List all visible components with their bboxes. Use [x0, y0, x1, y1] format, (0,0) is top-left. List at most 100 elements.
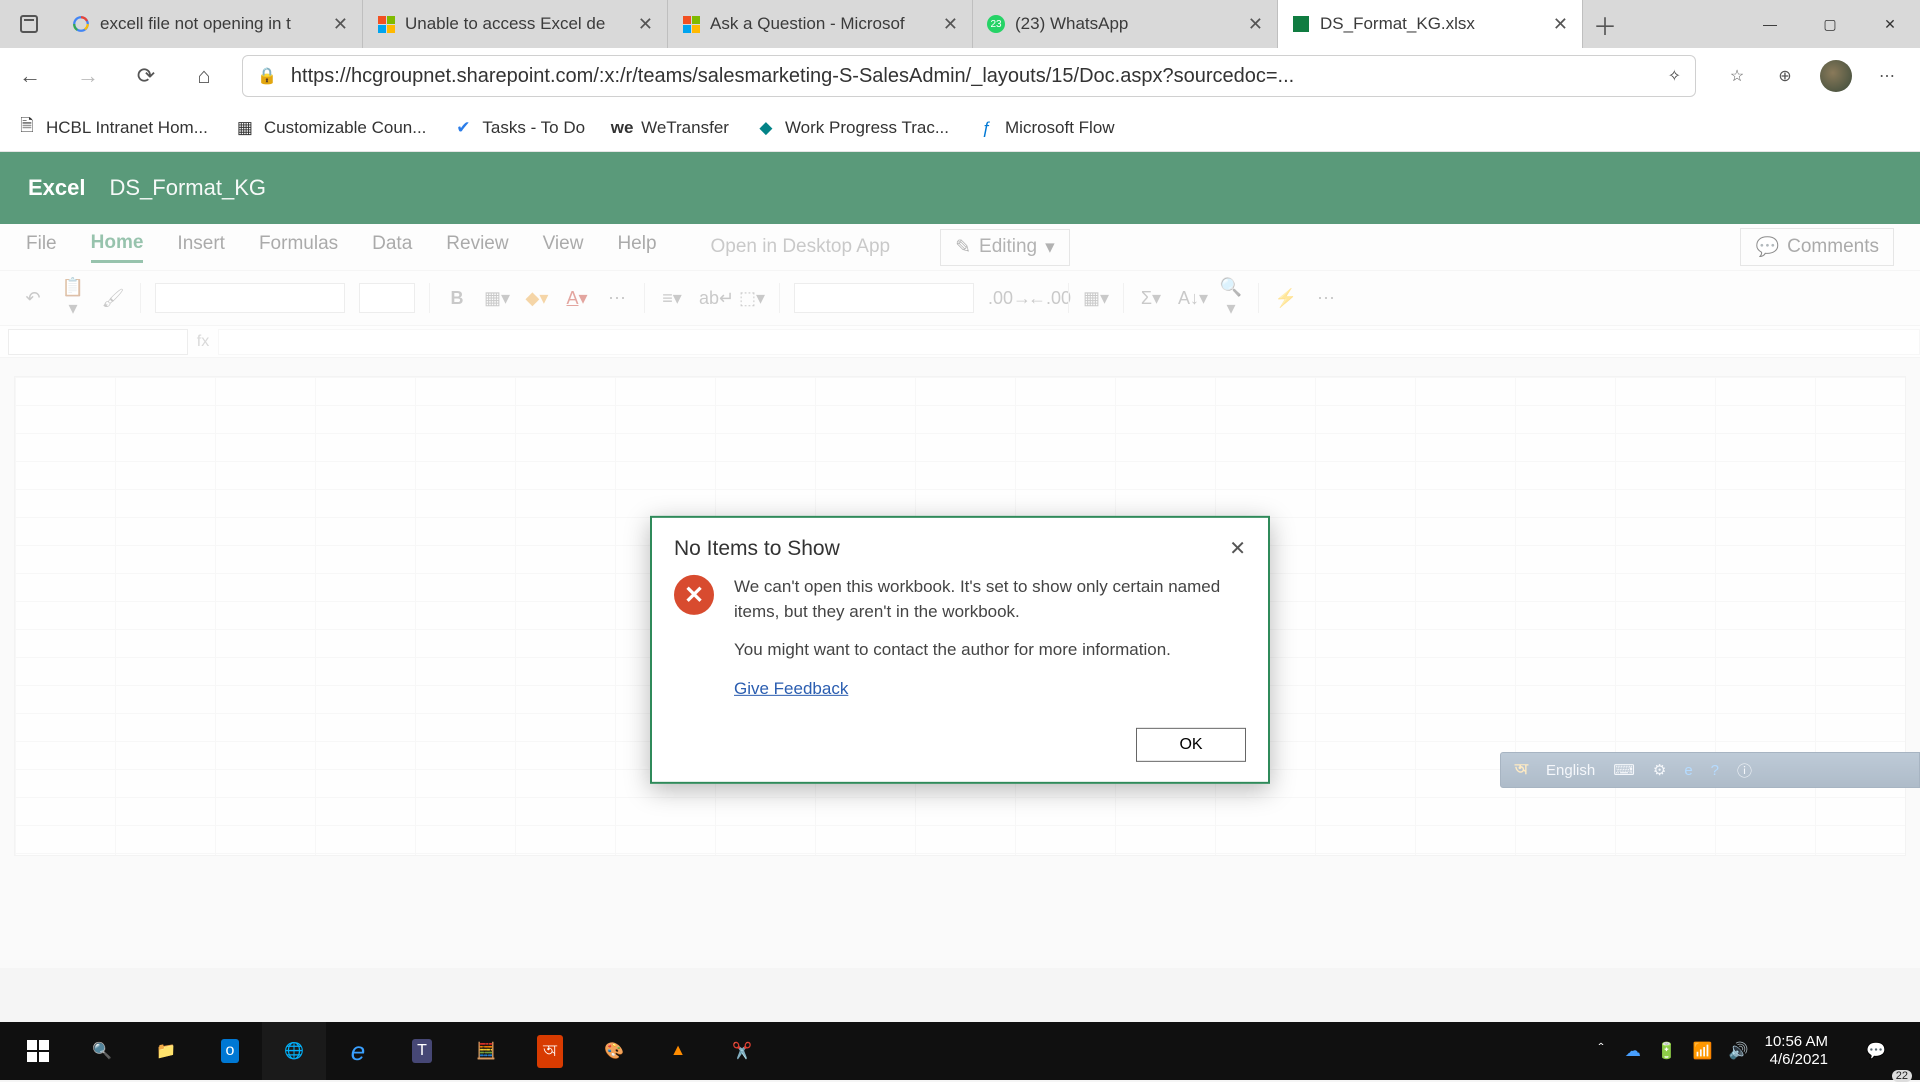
taskbar-clock[interactable]: 10:56 AM 4/6/2021: [1765, 1033, 1828, 1069]
ime-info-icon[interactable]: ⓘ: [1737, 760, 1752, 781]
browser-tab-excel-doc[interactable]: DS_Format_KG.xlsx ✕: [1278, 0, 1583, 48]
fill-color-button[interactable]: ◆▾: [524, 288, 550, 309]
ribbon-tab-data[interactable]: Data: [372, 233, 412, 261]
font-name-dropdown[interactable]: [155, 283, 345, 313]
paste-button[interactable]: 📋▾: [60, 277, 86, 319]
ribbon-tab-insert[interactable]: Insert: [177, 233, 225, 261]
close-icon[interactable]: ✕: [1248, 14, 1263, 35]
dialog-close-button[interactable]: ✕: [1229, 536, 1246, 561]
merge-button[interactable]: ⬚▾: [739, 288, 765, 309]
browser-tab-whatsapp[interactable]: 23 (23) WhatsApp ✕: [973, 0, 1278, 48]
sort-filter-button[interactable]: A↓▾: [1178, 288, 1204, 309]
formula-input[interactable]: [218, 329, 1920, 355]
back-button[interactable]: ←: [10, 56, 50, 96]
bookmark-work-progress[interactable]: ◆Work Progress Trac...: [757, 118, 949, 138]
minimize-button[interactable]: —: [1740, 0, 1800, 48]
bookmark-label: WeTransfer: [641, 118, 729, 138]
address-bar[interactable]: 🔒 https://hcgroupnet.sharepoint.com/:x:/…: [242, 55, 1696, 97]
bookmark-hcbl[interactable]: 🗎HCBL Intranet Hom...: [18, 118, 208, 138]
tab-actions-icon[interactable]: [0, 0, 58, 48]
taskbar-outlook[interactable]: o: [198, 1022, 262, 1080]
ime-browser-icon[interactable]: e: [1684, 762, 1692, 779]
ime-language-bar[interactable]: অ English ⌨ ⚙ e ? ⓘ: [1500, 752, 1920, 788]
font-color-button[interactable]: A▾: [564, 288, 590, 309]
ribbon-tab-home[interactable]: Home: [91, 232, 144, 263]
ribbon-tab-view[interactable]: View: [543, 233, 584, 261]
bookmark-label: Work Progress Trac...: [785, 118, 949, 138]
ribbon-tab-help[interactable]: Help: [617, 233, 656, 261]
decrease-decimal-button[interactable]: ←.00: [1028, 288, 1054, 309]
taskbar-snip[interactable]: ✂️: [710, 1022, 774, 1080]
taskbar-paint[interactable]: 🎨: [582, 1022, 646, 1080]
bookmark-countdown[interactable]: ▦Customizable Coun...: [236, 118, 427, 138]
forward-button[interactable]: →: [68, 56, 108, 96]
ribbon-tab-file[interactable]: File: [26, 233, 57, 261]
action-center-button[interactable]: 💬22: [1844, 1022, 1908, 1080]
volume-icon[interactable]: 🔊: [1729, 1041, 1749, 1061]
ime-language-label[interactable]: English: [1546, 762, 1595, 779]
increase-decimal-button[interactable]: .00→: [988, 288, 1014, 309]
browser-tab-ms-community-1[interactable]: Unable to access Excel de ✕: [363, 0, 668, 48]
microsoft-icon: [682, 15, 700, 33]
align-button[interactable]: ≡▾: [659, 288, 685, 309]
settings-menu-icon[interactable]: ⋯: [1874, 63, 1900, 89]
taskbar-teams[interactable]: T: [390, 1022, 454, 1080]
taskbar-calculator[interactable]: 🧮: [454, 1022, 518, 1080]
ribbon-tab-formulas[interactable]: Formulas: [259, 233, 338, 261]
ime-help-icon[interactable]: ?: [1711, 762, 1719, 779]
taskbar-file-explorer[interactable]: 📁: [134, 1022, 198, 1080]
close-icon[interactable]: ✕: [333, 14, 348, 35]
fx-icon: fx: [188, 333, 218, 351]
browser-tab-google-search[interactable]: excell file not opening in t ✕: [58, 0, 363, 48]
onedrive-icon[interactable]: ☁: [1625, 1041, 1641, 1061]
close-icon[interactable]: ✕: [1553, 14, 1568, 35]
ime-keyboard-icon[interactable]: ⌨: [1613, 761, 1635, 779]
format-painter-button[interactable]: 🖌: [100, 288, 126, 309]
taskbar-search[interactable]: 🔍: [70, 1022, 134, 1080]
bookmark-flow[interactable]: ƒMicrosoft Flow: [977, 118, 1115, 138]
bookmark-wetransfer[interactable]: weWeTransfer: [613, 118, 729, 138]
wrap-text-button[interactable]: ab↵: [699, 288, 725, 309]
taskbar-ie[interactable]: e: [326, 1022, 390, 1080]
taskbar-app-red[interactable]: অ: [518, 1022, 582, 1080]
close-window-button[interactable]: ✕: [1860, 0, 1920, 48]
profile-avatar[interactable]: [1820, 60, 1852, 92]
font-more-button[interactable]: ⋯: [604, 288, 630, 309]
close-icon[interactable]: ✕: [638, 14, 653, 35]
autosum-button[interactable]: Σ▾: [1138, 288, 1164, 309]
maximize-button[interactable]: ▢: [1800, 0, 1860, 48]
dialog-ok-button[interactable]: OK: [1136, 727, 1246, 761]
close-icon[interactable]: ✕: [943, 14, 958, 35]
ribbon-more-button[interactable]: ⋯: [1313, 288, 1339, 309]
ideas-button[interactable]: ⚡: [1273, 288, 1299, 309]
borders-button[interactable]: ▦▾: [484, 288, 510, 309]
ribbon-tab-review[interactable]: Review: [446, 233, 508, 261]
taskbar-edge[interactable]: 🌐: [262, 1022, 326, 1080]
home-button[interactable]: ⌂: [184, 56, 224, 96]
comments-button[interactable]: 💬 Comments: [1740, 228, 1894, 266]
font-size-dropdown[interactable]: [359, 283, 415, 313]
conditional-format-button[interactable]: ▦▾: [1083, 288, 1109, 309]
editing-mode-dropdown[interactable]: ✎ Editing ▾: [940, 229, 1070, 266]
open-in-desktop-button[interactable]: Open in Desktop App: [711, 236, 891, 258]
bookmark-tasks[interactable]: ✔Tasks - To Do: [454, 118, 585, 138]
number-format-dropdown[interactable]: [794, 283, 974, 313]
favorites-icon[interactable]: ☆: [1724, 63, 1750, 89]
browser-tab-ms-community-2[interactable]: Ask a Question - Microsof ✕: [668, 0, 973, 48]
bold-button[interactable]: B: [444, 288, 470, 309]
collections-icon[interactable]: ⊕: [1772, 63, 1798, 89]
undo-button[interactable]: ↶: [20, 288, 46, 309]
ime-settings-icon[interactable]: ⚙: [1653, 761, 1666, 779]
refresh-button[interactable]: ⟳: [126, 56, 166, 96]
give-feedback-link[interactable]: Give Feedback: [734, 679, 848, 698]
find-button[interactable]: 🔍▾: [1218, 277, 1244, 319]
tray-overflow-icon[interactable]: ＾: [1593, 1039, 1609, 1063]
name-box[interactable]: [8, 329, 188, 355]
wifi-icon[interactable]: 📶: [1693, 1041, 1713, 1061]
document-name[interactable]: DS_Format_KG: [110, 175, 267, 201]
new-tab-button[interactable]: ＋: [1583, 7, 1627, 42]
reading-list-icon[interactable]: ✧: [1668, 66, 1681, 86]
battery-icon[interactable]: 🔋: [1657, 1041, 1677, 1061]
taskbar-vlc[interactable]: ▲: [646, 1022, 710, 1080]
start-button[interactable]: [6, 1022, 70, 1080]
